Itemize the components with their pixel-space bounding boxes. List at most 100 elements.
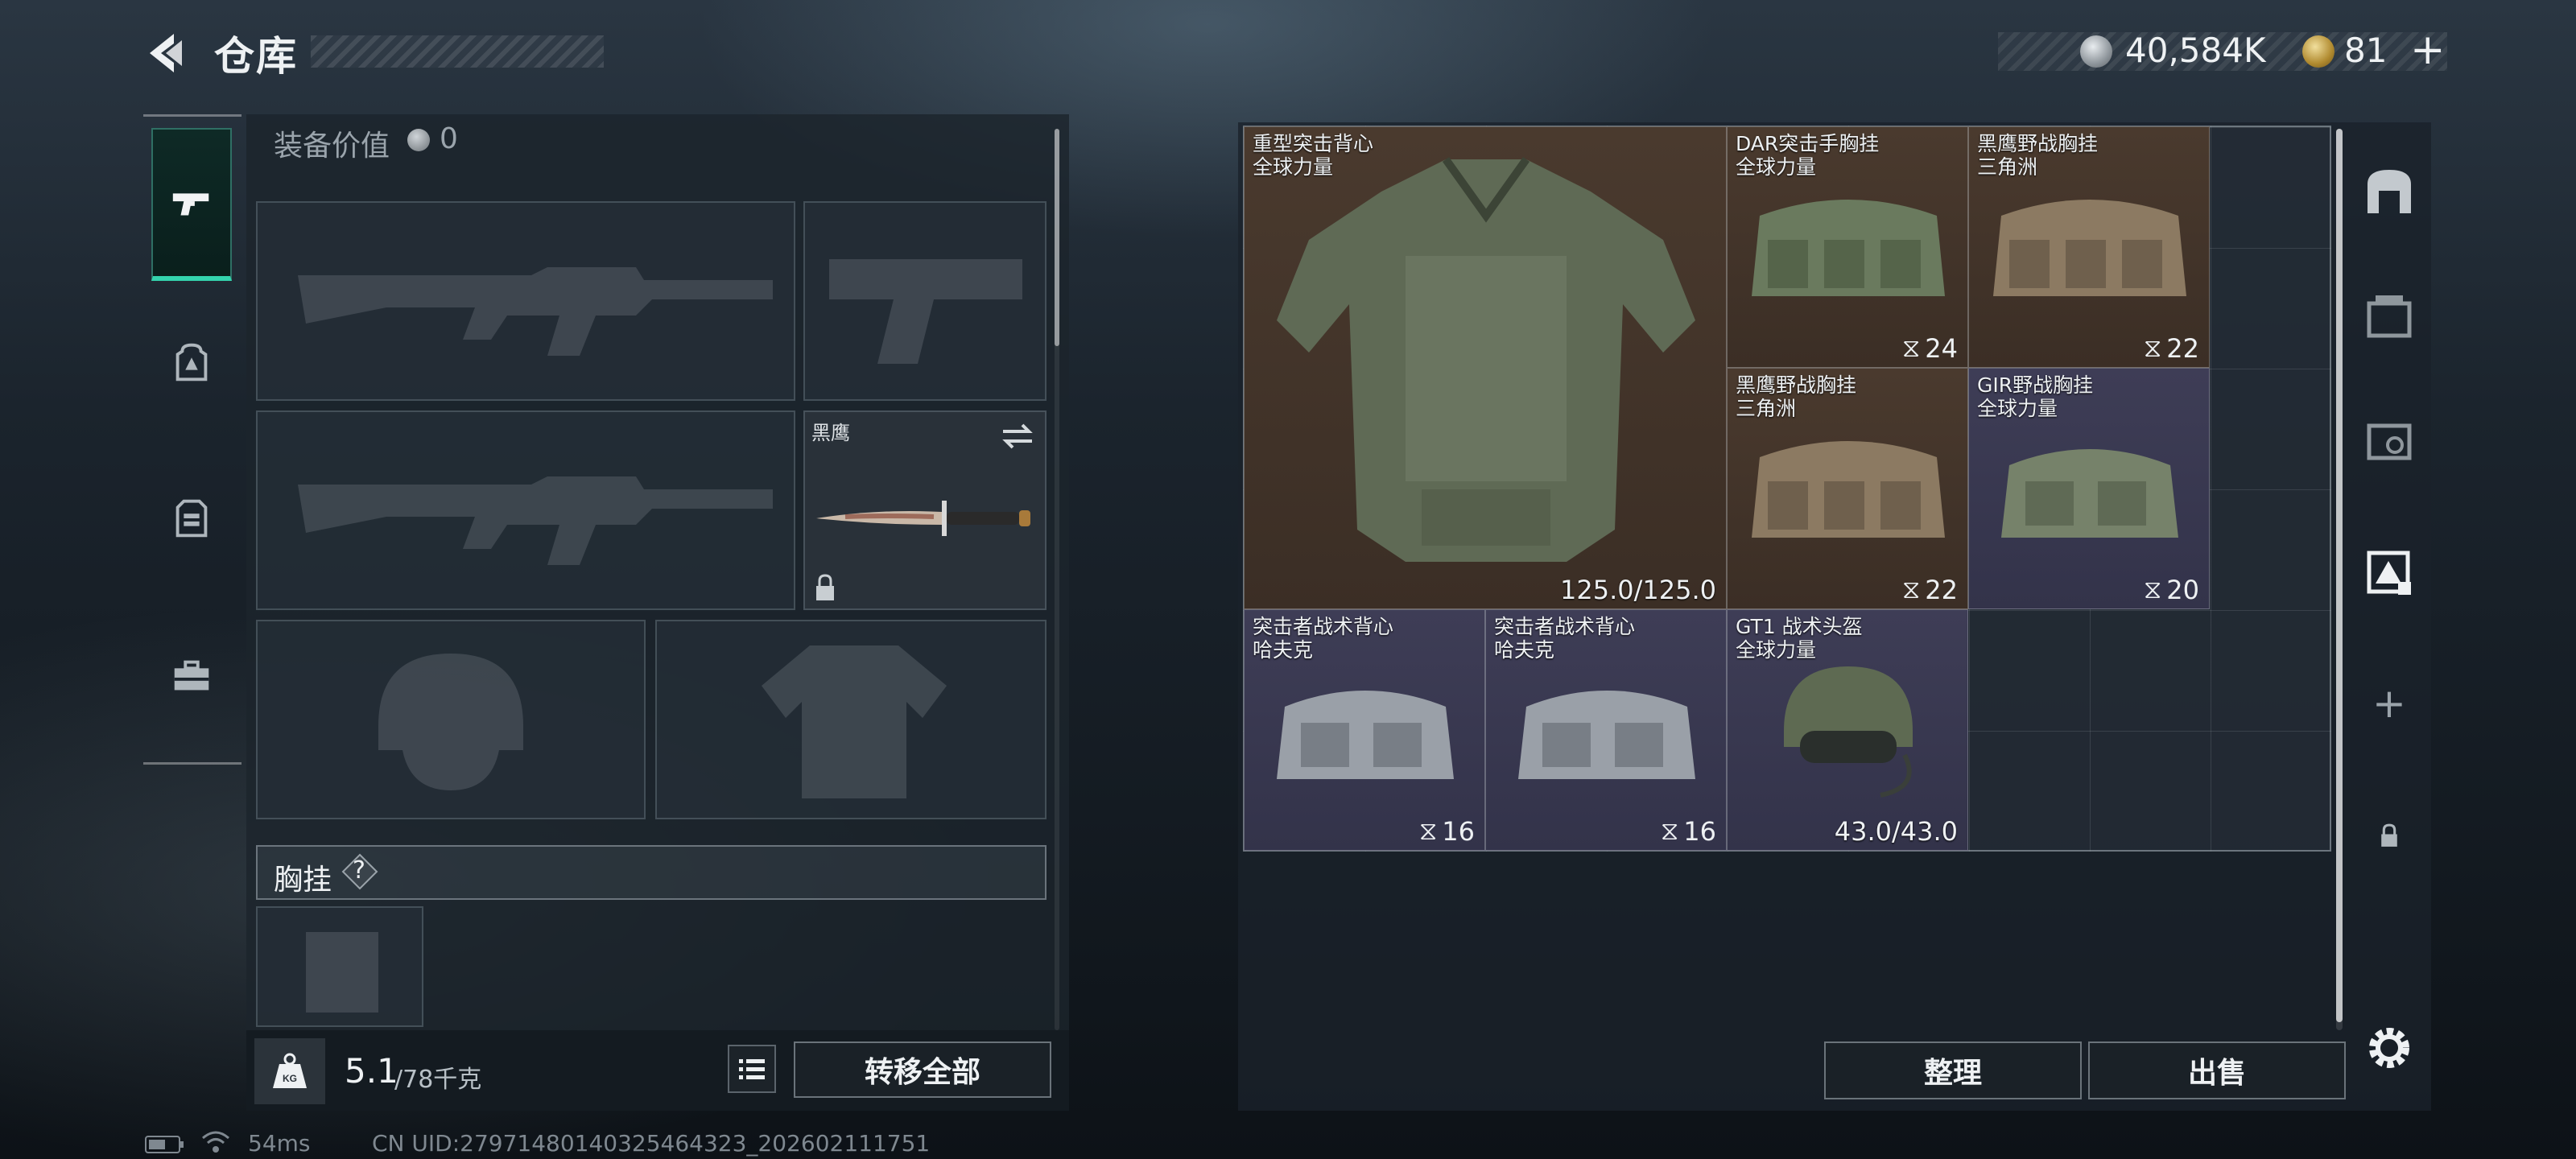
- durability: 125.0/125.0: [1560, 575, 1716, 605]
- item-capacity: 16: [1683, 815, 1716, 847]
- melee-name: 黑鹰: [811, 422, 850, 444]
- user-id: CN UID:27971480140325464323_202602111751: [372, 1130, 931, 1157]
- wifi-icon: [202, 1131, 229, 1153]
- capacity-icon: ⧖: [1660, 815, 1679, 846]
- helmet-icon: [1784, 666, 1913, 798]
- item-capacity: 22: [2166, 332, 2199, 364]
- back-button[interactable]: [142, 29, 190, 77]
- sell-button[interactable]: 出售: [2088, 1041, 2346, 1099]
- capacity-icon: ⧖: [1901, 332, 1921, 363]
- chest-rig-slot[interactable]: [256, 906, 423, 1027]
- item-name: 突击者战术背心: [1253, 615, 1394, 638]
- storage-scrollbar[interactable]: [2336, 129, 2343, 1022]
- equipment-category-tabs: [143, 114, 242, 765]
- storage-item[interactable]: DAR突击手胸挂 全球力量 ⧖ 24: [1727, 126, 1968, 368]
- title-decoration: [311, 35, 604, 68]
- tactical-vest-icon: [1277, 691, 1454, 779]
- item-faction: 全球力量: [1977, 397, 2058, 420]
- back-arrow-icon: [150, 34, 182, 72]
- armor-silhouette-icon: [762, 645, 947, 798]
- item-faction: 哈夫克: [1253, 638, 1314, 662]
- add-tokens-button[interactable]: +: [2410, 26, 2446, 74]
- backpack-icon: [175, 343, 208, 382]
- crate-icon: [2367, 295, 2412, 338]
- tab-storage-main[interactable]: [2351, 153, 2428, 230]
- locked-storage-tab: [2351, 797, 2428, 874]
- item-name: GIR野战胸挂: [1977, 373, 2094, 397]
- storage-item[interactable]: 突击者战术背心 哈夫克 ⧖ 16: [1485, 609, 1727, 851]
- transfer-all-button[interactable]: 转移全部: [794, 1041, 1051, 1098]
- item-capacity: 24: [1925, 332, 1958, 364]
- lock-icon: [2381, 823, 2397, 847]
- capacity-icon: ⧖: [2143, 332, 2162, 363]
- tab-weapons[interactable]: [151, 128, 232, 281]
- tab-toolbox[interactable]: [151, 600, 232, 753]
- capacity-icon: ⧖: [2143, 574, 2162, 604]
- tab-storage-4[interactable]: [2351, 534, 2428, 612]
- durability: 43.0/43.0: [1834, 816, 1958, 847]
- coin-icon: [2080, 35, 2112, 68]
- primary-weapon-slot[interactable]: [256, 201, 795, 401]
- equipment-scrollbar[interactable]: [1055, 129, 1059, 346]
- pistol-icon: [172, 193, 209, 216]
- storage-item[interactable]: 黑鹰野战胸挂 三角洲 ⧖ 22: [1968, 126, 2210, 368]
- chest-rig-icon: [1752, 441, 1945, 538]
- equipment-value: 0: [440, 122, 458, 155]
- tab-vest[interactable]: [151, 442, 232, 595]
- carry-weight-value: 5.1: [345, 1051, 398, 1091]
- settings-button[interactable]: [2360, 1019, 2418, 1077]
- token-balance: 81: [2344, 31, 2388, 70]
- sidearm-slot[interactable]: [803, 201, 1046, 401]
- svg-text:KG: KG: [283, 1073, 297, 1084]
- helmet-slot[interactable]: [256, 620, 646, 819]
- help-button[interactable]: ?: [341, 853, 378, 890]
- item-name: 突击者战术背心: [1494, 615, 1636, 638]
- capacity-icon: ⧖: [1901, 574, 1921, 604]
- helmet-silhouette-icon: [378, 654, 523, 790]
- chest-rig-icon: [1752, 200, 1945, 296]
- weight-icon: KG: [273, 1053, 307, 1088]
- secondary-weapon-slot[interactable]: [256, 410, 795, 610]
- list-view-button[interactable]: [728, 1045, 776, 1093]
- equipment-value-label: 装备价值: [274, 130, 390, 163]
- toolbox-icon: [174, 660, 209, 691]
- item-faction: 全球力量: [1736, 638, 1817, 662]
- item-name: DAR突击手胸挂: [1736, 132, 1880, 155]
- chest-rig-label: 胸挂: [274, 864, 332, 897]
- storage-arch-icon: [2368, 170, 2411, 213]
- item-capacity: 16: [1442, 815, 1475, 847]
- chest-rig-icon: [2001, 449, 2178, 538]
- lock-icon: [816, 574, 834, 600]
- storage-item[interactable]: 黑鹰野战胸挂 三角洲 ⧖ 22: [1727, 368, 1968, 609]
- item-name: 黑鹰野战胸挂: [1977, 132, 2099, 155]
- coin-icon: [407, 129, 430, 151]
- heavy-vest-icon: [1277, 157, 1695, 562]
- coin-balance: 40,584K: [2125, 31, 2266, 70]
- item-capacity: 20: [2166, 574, 2199, 605]
- item-faction: 三角洲: [1736, 397, 1797, 420]
- item-capacity: 22: [1925, 574, 1958, 605]
- storage-item[interactable]: GT1 战术头盔 全球力量 43.0/43.0: [1727, 609, 1968, 851]
- organize-button[interactable]: 整理: [1824, 1041, 2082, 1099]
- page-title: 仓库: [214, 33, 298, 80]
- battery-icon: [145, 1136, 184, 1153]
- rifle-silhouette-icon: [298, 476, 773, 565]
- add-storage-tab-button[interactable]: +: [2351, 665, 2428, 742]
- tab-backpack[interactable]: [151, 286, 232, 439]
- premium-token-icon: [2302, 35, 2334, 68]
- swap-icon[interactable]: [1000, 420, 1035, 452]
- storage-item[interactable]: 突击者战术背心 哈夫克 ⧖ 16: [1244, 609, 1485, 851]
- weight-icon-box: KG: [254, 1038, 325, 1104]
- body-armor-slot[interactable]: [655, 620, 1046, 819]
- ping-readout: 54ms: [248, 1130, 311, 1157]
- tab-storage-2[interactable]: [2351, 277, 2428, 354]
- storage-item[interactable]: 重型突击背心 全球力量 125.0/125.0: [1244, 126, 1727, 609]
- item-faction: 全球力量: [1253, 155, 1334, 179]
- pistol-silhouette-icon: [829, 259, 1022, 364]
- gear-icon: [2369, 1028, 2409, 1068]
- gear-crate-icon: [2367, 423, 2412, 460]
- melee-slot[interactable]: 黑鹰: [803, 410, 1046, 610]
- carry-weight-capacity: /78千克: [394, 1066, 482, 1094]
- tab-storage-3[interactable]: [2351, 402, 2428, 480]
- storage-item[interactable]: GIR野战胸挂 全球力量 ⧖ 20: [1968, 368, 2210, 609]
